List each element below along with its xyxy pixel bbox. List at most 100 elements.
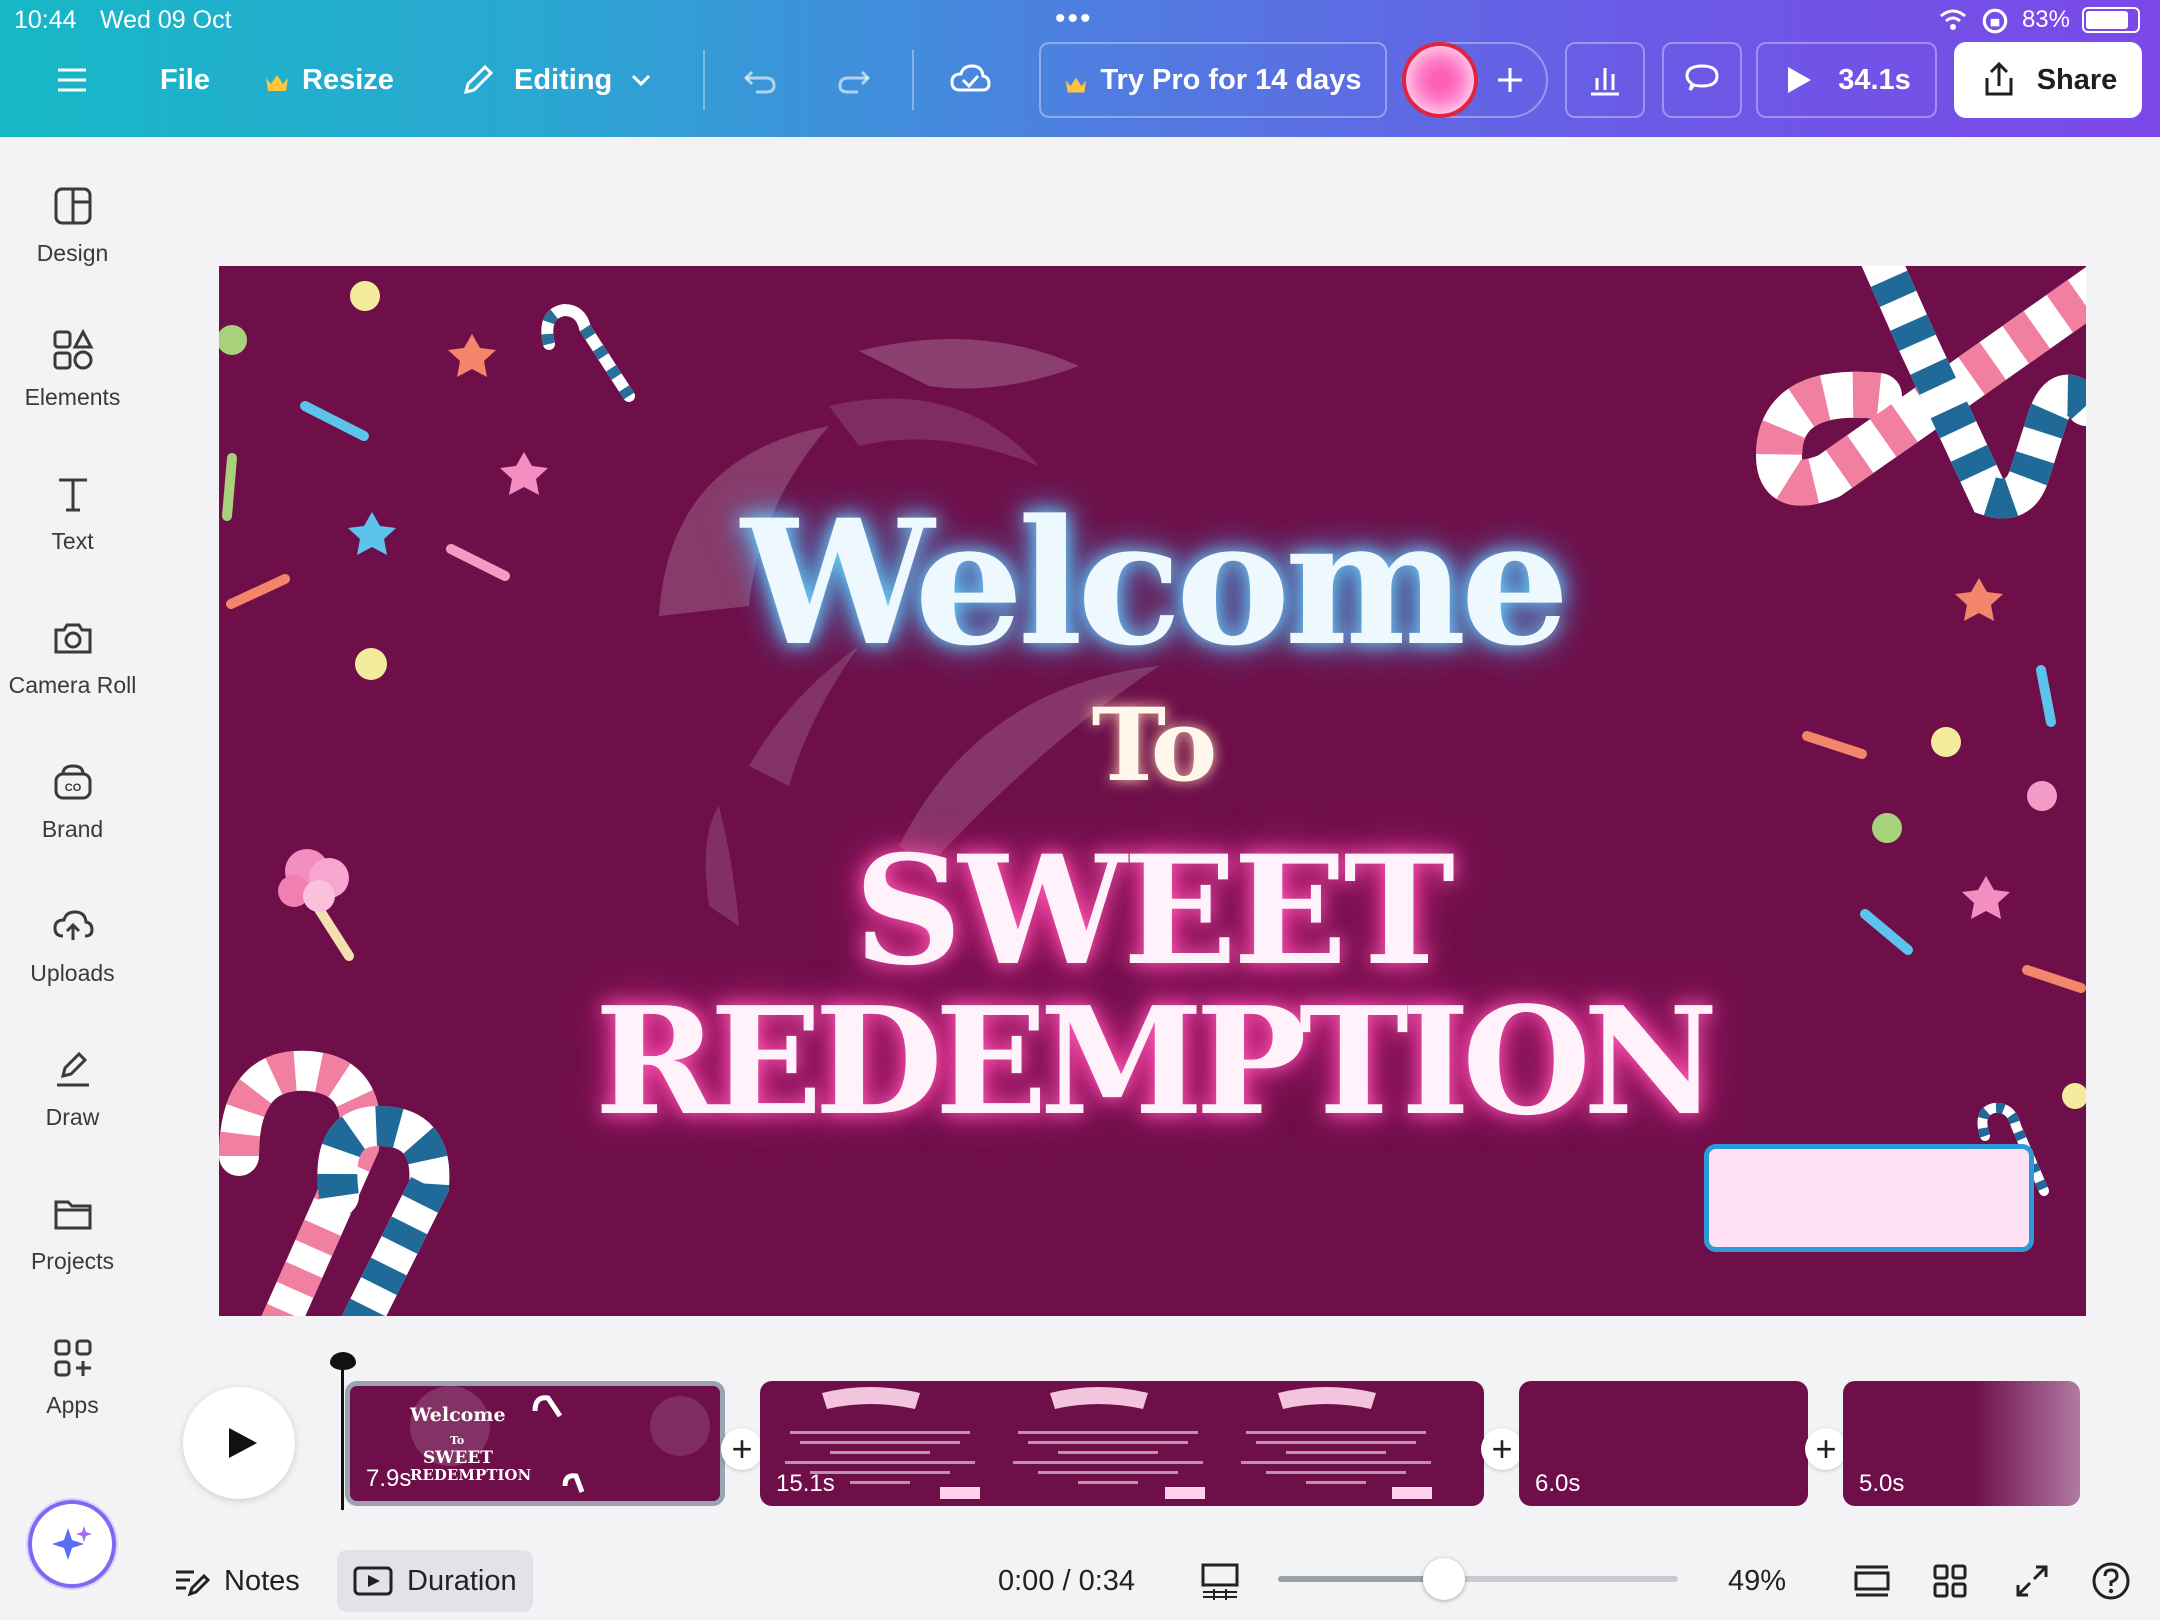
menu-button[interactable] [52,42,92,118]
duration-label: Duration [407,1564,517,1597]
comment-button[interactable] [1662,42,1742,118]
sidebar-item-design[interactable]: Design [0,184,145,267]
comment-icon [1682,60,1722,100]
design-canvas[interactable]: Welcome To SWEET REDEMPTION [219,266,2086,1316]
clip-thumb-redemption: REDEMPTION [410,1466,532,1484]
time-readout: 0:00 / 0:34 [998,1564,1136,1597]
sidebar-item-camera-roll[interactable]: Camera Roll [0,616,145,699]
slides-icon [1852,1563,1892,1599]
notes-icon [172,1562,211,1600]
grid-icon [1932,1563,1968,1599]
play-icon [1782,64,1814,96]
svg-text:CO: CO [64,782,81,794]
clip-thumb-sweet: SWEET [423,1448,493,1468]
status-time: 10:44 [14,6,77,34]
add-transition-button[interactable]: + [1481,1428,1523,1470]
top-toolbar: 10:44 Wed 09 Oct ••• 83% File Resize Edi… [0,0,2160,137]
sidebar-item-apps[interactable]: Apps [0,1336,145,1419]
insights-button[interactable] [1565,42,1645,118]
fullscreen-button[interactable] [2014,1550,2050,1612]
sprinkle-dot [350,281,380,311]
undo-icon [740,60,780,100]
timeline-clip-2[interactable]: 15.1s [760,1381,1484,1506]
file-menu[interactable]: File [160,42,210,118]
magic-assistant-button[interactable] [28,1500,116,1588]
resize-button[interactable]: Resize [264,42,394,118]
redo-button[interactable] [834,42,874,118]
sidebar-item-projects[interactable]: Projects [0,1192,145,1275]
sidebar-item-text[interactable]: Text [0,472,145,555]
sidebar-item-label: Design [36,240,109,266]
avatar[interactable] [1402,42,1478,118]
pink-button-shape[interactable] [1704,1144,2034,1252]
sidebar-item-label: Brand [41,816,104,842]
presenter-view-button[interactable] [1852,1550,1892,1612]
timeline-clip-4[interactable]: 5.0s [1843,1381,2080,1506]
status-indicators: 83% [1938,6,2140,34]
collaborators-group [1402,42,1548,118]
editing-label: Editing [514,63,613,96]
design-icon [51,184,95,228]
duration-button[interactable]: Duration [337,1550,533,1612]
canvas-title-sweet[interactable]: SWEET [219,836,2086,986]
clip-duration: 15.1s [776,1470,835,1497]
share-icon [1979,60,2019,100]
multitask-dots[interactable]: ••• [1055,2,1093,36]
grid-view-button[interactable] [1932,1550,1968,1612]
play-icon [223,1424,261,1462]
help-button[interactable] [2091,1550,2131,1612]
play-preview-button[interactable]: 34.1s [1756,42,1937,118]
brand-icon: CO [51,760,95,804]
clip-duration: 7.9s [366,1465,412,1492]
status-date: Wed 09 Oct [100,6,232,34]
sidebar-item-uploads[interactable]: Uploads [0,904,145,987]
sidebar-item-label: Projects [30,1248,115,1274]
playhead[interactable] [341,1355,344,1510]
clip-duration: 6.0s [1535,1470,1581,1497]
pencil-icon [458,60,498,100]
canvas-title-to[interactable]: To [219,686,2086,804]
zoom-slider-handle[interactable] [1423,1558,1465,1600]
sidebar-item-draw[interactable]: Draw [0,1048,145,1131]
notes-button[interactable]: Notes [172,1550,300,1612]
sprinkle-dot [219,325,247,355]
editing-mode-dropdown[interactable]: Editing [458,42,654,118]
add-transition-button[interactable]: + [1805,1428,1847,1470]
chevron-down-icon [628,67,654,93]
sidebar-item-label: Camera Roll [8,672,137,698]
wifi-icon [1938,6,1968,34]
add-transition-button[interactable]: + [721,1428,763,1470]
sparkle-icon [50,1522,94,1566]
add-collaborator-button[interactable] [1490,60,1530,100]
resize-label: Resize [302,63,394,96]
timeline-play-button[interactable] [183,1387,295,1499]
folder-icon [51,1192,95,1236]
apps-icon [51,1336,95,1380]
draw-icon [51,1048,95,1092]
try-pro-button[interactable]: Try Pro for 14 days [1039,42,1387,118]
sidebar-item-elements[interactable]: Elements [0,328,145,411]
undo-button[interactable] [740,42,780,118]
page-view-button[interactable] [1200,1550,1240,1612]
elements-icon [51,328,95,372]
canvas-title-welcome[interactable]: Welcome [219,481,2086,684]
timeline-clip-3[interactable]: 6.0s [1519,1381,1808,1506]
upload-cloud-icon [51,904,95,948]
share-button[interactable]: Share [1954,42,2142,118]
text-icon [51,472,95,516]
sidebar-item-brand[interactable]: CO Brand [0,760,145,843]
duration-icon [353,1565,393,1597]
timeline-clip-1[interactable]: Welcome To SWEET REDEMPTION 7.9s [345,1381,725,1506]
cloud-save-button[interactable] [948,42,992,118]
battery-percent: 83% [2021,6,2070,33]
sidebar-item-label: Text [51,528,94,554]
camera-icon [51,616,95,660]
crown-icon [264,69,290,91]
page-layout-icon [1200,1562,1240,1600]
sidebar-item-label: Elements [24,384,121,410]
sidebar-item-label: Draw [45,1104,100,1130]
zoom-slider-fill [1278,1576,1443,1582]
canvas-title-redemption[interactable]: REDEMPTION [219,986,2086,1136]
left-sidebar: Design Elements Text Camera Roll CO Bran… [0,137,145,1620]
zoom-level[interactable]: 49% [1728,1550,1786,1612]
